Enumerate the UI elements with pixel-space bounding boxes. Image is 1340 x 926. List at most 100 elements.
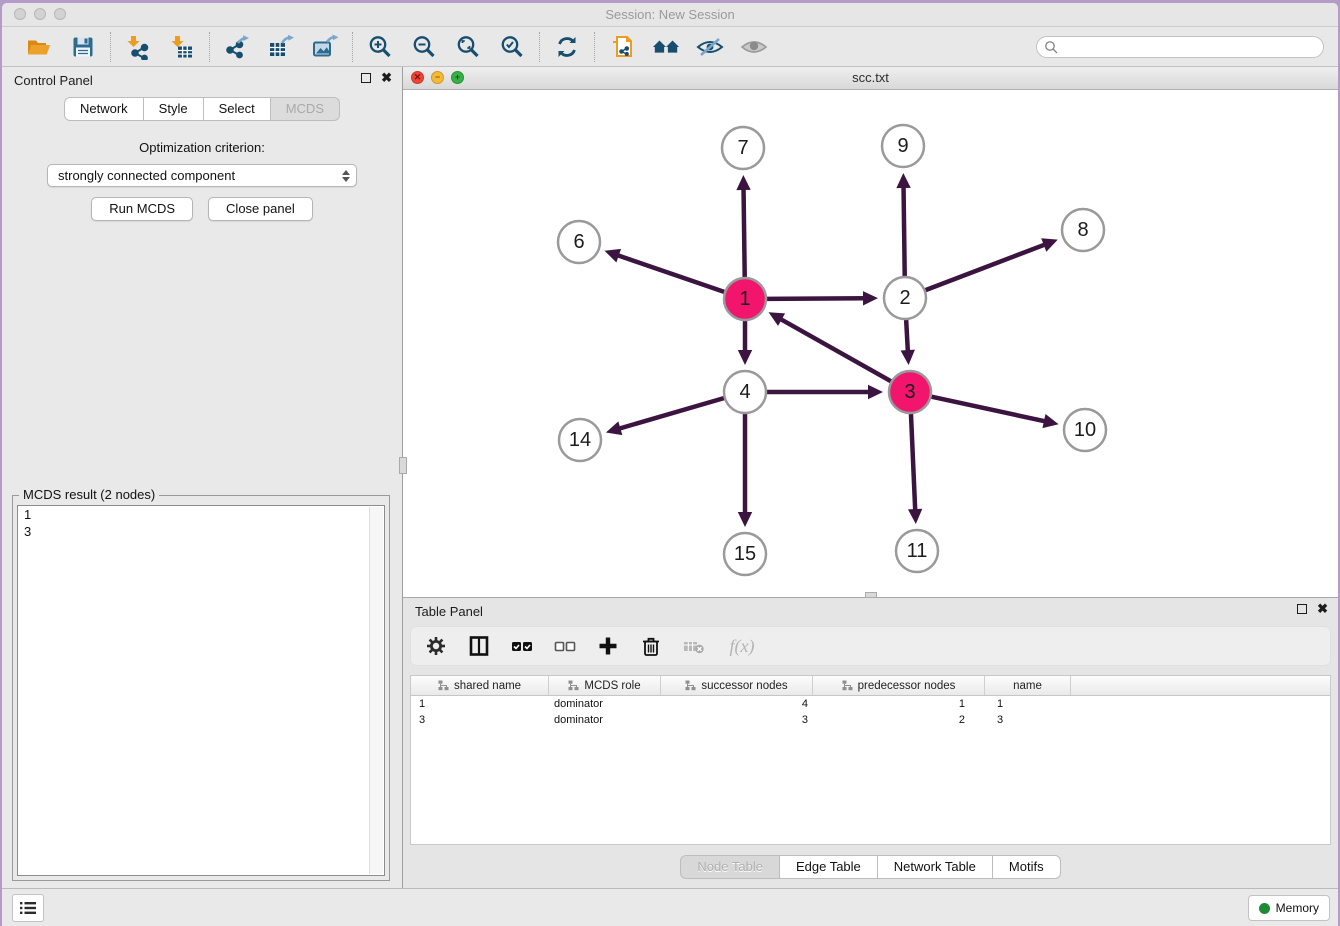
close-window-button[interactable] [14,8,26,20]
tab-select[interactable]: Select [204,97,271,121]
scrollbar[interactable] [369,507,383,874]
window-title: Session: New Session [2,3,1338,26]
tab-network[interactable]: Network [64,97,144,121]
home-layout-button[interactable] [652,33,680,61]
graph-edge[interactable] [906,320,908,353]
table-tabs: Node Table Edge Table Network Table Moti… [403,845,1338,888]
graph-edge[interactable] [744,187,745,277]
close-icon[interactable]: ✖ [1317,604,1328,614]
zoom-network-button[interactable]: + [451,71,464,84]
unchecked-boxes-icon [553,635,577,657]
table-row[interactable]: 1 dominator 4 1 1 [411,696,1330,712]
export-image-button[interactable] [311,33,339,61]
table-splitter-handle[interactable] [865,592,877,598]
memory-status-icon [1259,903,1270,914]
search-input[interactable] [1063,39,1316,55]
table-row[interactable]: 3 dominator 3 2 3 [411,712,1330,728]
show-all-button[interactable] [740,33,768,61]
panel-splitter-handle[interactable] [399,457,407,474]
tab-network-table[interactable]: Network Table [878,855,993,879]
node-table: shared name MCDS role successor nodes [410,675,1331,845]
network-canvas[interactable]: 1234678910111415 [403,90,1338,597]
graph-node-label: 10 [1074,419,1096,441]
float-window-icon[interactable] [361,73,371,83]
close-panel-button[interactable]: Close panel [208,197,313,221]
close-icon[interactable]: ✖ [381,73,392,83]
export-network-button[interactable] [223,33,251,61]
graph-edge[interactable] [779,318,891,381]
memory-button[interactable]: Memory [1248,895,1330,921]
graph-node-label: 8 [1077,219,1088,241]
zoom-window-button[interactable] [54,8,66,20]
cell-name[interactable]: 1 [985,696,1071,712]
export-network-icon [224,34,250,60]
open-session-button[interactable] [25,33,53,61]
cell-shared-name[interactable]: 3 [411,712,549,728]
minimize-window-button[interactable] [34,8,46,20]
hide-selected-button[interactable] [696,33,724,61]
select-all-button[interactable] [510,634,534,658]
zoom-in-button[interactable] [366,33,394,61]
cell-mcds-role[interactable]: dominator [549,696,661,712]
graph-edge[interactable] [904,185,905,276]
import-network-button[interactable] [124,33,152,61]
network-view-window: ✕ − + scc.txt 1234678910111415 [403,67,1338,598]
show-panels-button[interactable] [12,894,44,922]
cell-successor-nodes[interactable]: 4 [661,696,813,712]
first-neighbors-button[interactable] [608,33,636,61]
import-network-icon [125,34,151,60]
graph-node-label: 15 [734,543,756,565]
column-header[interactable]: name [985,676,1071,695]
column-header[interactable]: successor nodes [661,676,813,695]
refresh-button[interactable] [553,33,581,61]
open-folder-icon [26,34,52,60]
show-columns-button[interactable] [467,634,491,658]
search-icon [1044,40,1058,54]
network-window-controls: ✕ − + [411,71,464,84]
graph-edge[interactable] [911,414,915,512]
minimize-network-button[interactable]: − [431,71,444,84]
zoom-selected-button[interactable] [498,33,526,61]
cell-predecessor-nodes[interactable]: 2 [813,712,985,728]
tab-style[interactable]: Style [144,97,204,121]
column-type-icon [685,680,696,691]
add-row-button[interactable] [596,634,620,658]
delete-table-button[interactable] [682,634,706,658]
graph-edge[interactable] [926,244,1047,290]
tab-node-table[interactable]: Node Table [680,855,780,879]
unselect-all-button[interactable] [553,634,577,658]
tab-mcds[interactable]: MCDS [271,97,340,121]
column-header[interactable]: predecessor nodes [813,676,985,695]
close-network-button[interactable]: ✕ [411,71,424,84]
table-settings-button[interactable] [424,634,448,658]
cell-name[interactable]: 3 [985,712,1071,728]
column-header[interactable]: MCDS role [549,676,661,695]
graph-edge[interactable] [617,398,723,429]
optimization-criterion-select[interactable]: strongly connected component [47,164,357,187]
graph-edge[interactable] [767,298,866,299]
save-session-button[interactable] [69,33,97,61]
tab-edge-table[interactable]: Edge Table [780,855,878,879]
list-item[interactable]: 3 [18,523,384,540]
tab-motifs[interactable]: Motifs [993,855,1061,879]
list-item[interactable]: 1 [18,506,384,523]
delete-row-button[interactable] [639,634,663,658]
mcds-result-list[interactable]: 1 3 [17,505,385,876]
graph-node-label: 14 [569,429,591,451]
graph-edge[interactable] [931,397,1046,422]
import-table-button[interactable] [168,33,196,61]
export-table-button[interactable] [267,33,295,61]
cell-predecessor-nodes[interactable]: 1 [813,696,985,712]
zoom-fit-button[interactable] [454,33,482,61]
function-builder-button[interactable]: f(x) [725,634,759,658]
cell-successor-nodes[interactable]: 3 [661,712,813,728]
zoom-out-button[interactable] [410,33,438,61]
run-mcds-button[interactable]: Run MCDS [91,197,193,221]
column-type-icon [438,680,449,691]
graph-edge[interactable] [616,255,724,292]
column-header[interactable]: shared name [411,676,549,695]
cell-mcds-role[interactable]: dominator [549,712,661,728]
float-window-icon[interactable] [1297,604,1307,614]
cell-shared-name[interactable]: 1 [411,696,549,712]
refresh-icon [554,34,580,60]
